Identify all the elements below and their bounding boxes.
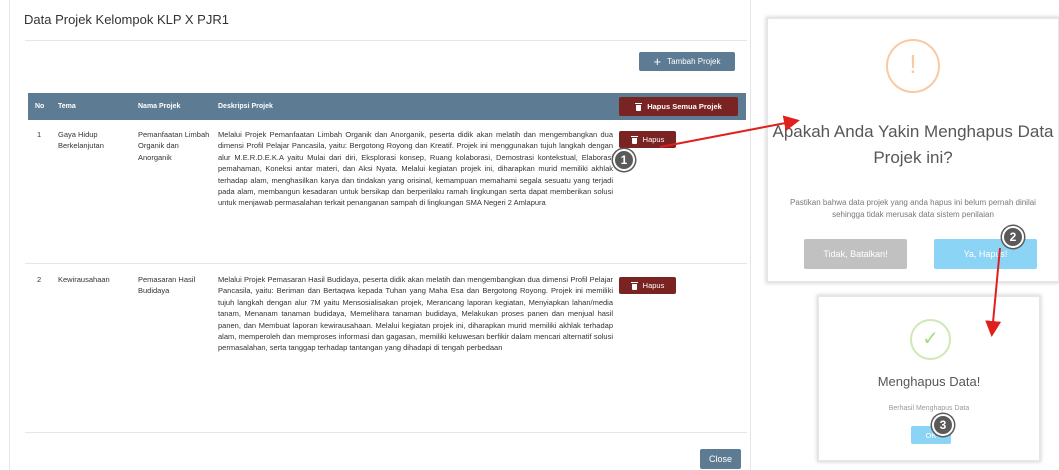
annotation-arrows	[659, 115, 1002, 337]
arrow-to-success	[985, 247, 1002, 337]
step-marker: 1	[613, 149, 635, 171]
arrow-to-confirm	[659, 115, 800, 148]
step-marker: 2	[1002, 226, 1024, 248]
step-marker: 3	[932, 414, 954, 436]
